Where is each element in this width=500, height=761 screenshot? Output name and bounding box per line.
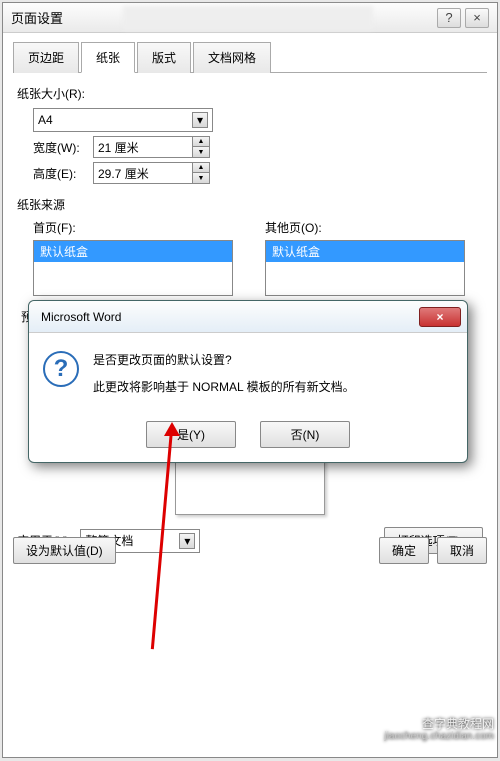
close-button[interactable]: × <box>465 8 489 28</box>
list-item[interactable]: 默认纸盒 <box>34 241 232 262</box>
chevron-down-icon[interactable]: ▾ <box>192 112 208 128</box>
height-input[interactable]: 29.7 厘米 <box>93 162 193 184</box>
width-spinner[interactable]: 21 厘米 ▲▼ <box>93 136 210 158</box>
width-label: 宽度(W): <box>33 139 93 156</box>
paper-source-legend: 纸张来源 <box>17 196 487 213</box>
watermark-text-2: jiaocheng.chazidian.com <box>384 731 494 743</box>
yes-button[interactable]: 是(Y) <box>146 421 236 448</box>
cancel-button[interactable]: 取消 <box>437 537 487 564</box>
tab-layout[interactable]: 版式 <box>137 42 191 73</box>
tab-grid[interactable]: 文档网格 <box>193 42 271 73</box>
tab-margin[interactable]: 页边距 <box>13 42 79 73</box>
height-spinner[interactable]: 29.7 厘米 ▲▼ <box>93 162 210 184</box>
popup-title: Microsoft Word <box>35 310 419 324</box>
popup-message-1: 是否更改页面的默认设置? <box>93 351 355 368</box>
set-default-button[interactable]: 设为默认值(D) <box>13 537 116 564</box>
popup-close-button[interactable]: × <box>419 307 461 327</box>
other-page-label: 其他页(O): <box>265 219 467 236</box>
list-item[interactable]: 默认纸盒 <box>266 241 464 262</box>
question-icon: ? <box>43 351 79 387</box>
width-input[interactable]: 21 厘米 <box>93 136 193 158</box>
tab-strip: 页边距 纸张 版式 文档网格 <box>13 41 487 73</box>
help-button[interactable]: ? <box>437 8 461 28</box>
paper-size-label: 纸张大小(R): <box>17 85 487 102</box>
paper-size-value: A4 <box>38 113 53 127</box>
paper-size-select[interactable]: A4 ▾ <box>33 108 213 132</box>
spin-up-icon[interactable]: ▲ <box>193 163 209 173</box>
spin-down-icon[interactable]: ▼ <box>193 173 209 183</box>
height-label: 高度(E): <box>33 165 93 182</box>
blur-region <box>123 6 373 30</box>
spin-up-icon[interactable]: ▲ <box>193 137 209 147</box>
no-button[interactable]: 否(N) <box>260 421 350 448</box>
popup-titlebar: Microsoft Word × <box>29 301 467 333</box>
watermark: 查字典教程网 jiaocheng.chazidian.com <box>384 717 494 743</box>
first-page-label: 首页(F): <box>33 219 235 236</box>
other-page-listbox[interactable]: 默认纸盒 <box>265 240 465 296</box>
tab-paper[interactable]: 纸张 <box>81 42 135 73</box>
first-page-listbox[interactable]: 默认纸盒 <box>33 240 233 296</box>
confirm-dialog: Microsoft Word × ? 是否更改页面的默认设置? 此更改将影响基于… <box>28 300 468 463</box>
spin-down-icon[interactable]: ▼ <box>193 147 209 157</box>
titlebar: 页面设置 ? × <box>3 3 497 33</box>
watermark-text-1: 查字典教程网 <box>384 717 494 731</box>
popup-message-2: 此更改将影响基于 NORMAL 模板的所有新文档。 <box>93 378 355 395</box>
ok-button[interactable]: 确定 <box>379 537 429 564</box>
